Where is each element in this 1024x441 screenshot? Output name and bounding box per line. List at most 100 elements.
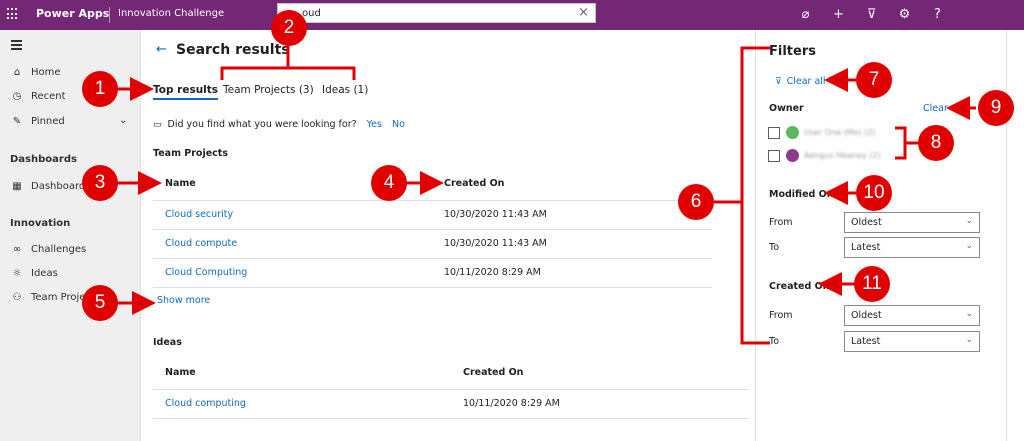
row-divider [153, 258, 712, 259]
result-date: 10/30/2020 11:43 AM [444, 238, 547, 249]
binoculars-icon: ∞ [12, 243, 22, 255]
annotation-marker-1: 1 [82, 71, 118, 107]
annotation-marker-9: 9 [978, 90, 1014, 126]
clock-icon: ◷ [12, 90, 22, 102]
chevron-down-icon: ⌄ [965, 335, 973, 345]
row-divider [153, 287, 712, 288]
modified-to-label: To [769, 242, 780, 253]
owner-clear-link[interactable]: Clear [923, 103, 948, 114]
created-to-label: To [769, 336, 780, 347]
dashboard-icon: ▦ [12, 180, 22, 192]
clear-all-button[interactable]: ⊽ Clear all [775, 76, 826, 87]
owner-option[interactable]: User One (Me) (2) [768, 126, 876, 139]
column-header-name[interactable]: Name [165, 178, 196, 189]
chevron-down-icon[interactable]: ⌄ [119, 115, 127, 126]
select-value: Oldest [851, 217, 882, 228]
brand-name[interactable]: Power Apps [36, 7, 109, 20]
sidebar-group-innovation: Innovation [10, 218, 71, 229]
right-edge [1006, 30, 1024, 441]
sidebar-item-challenges[interactable]: ∞ Challenges [10, 240, 86, 258]
annotation-marker-10: 10 [856, 175, 892, 211]
result-link[interactable]: Cloud Computing [165, 267, 247, 278]
select-value: Latest [851, 336, 881, 347]
annotation-marker-6: 6 [678, 184, 714, 220]
sidebar: ⌂ Home ◷ Recent ✎ Pinned ⌄ Dashboards ▦ … [0, 30, 141, 441]
sidebar-item-pinned[interactable]: ✎ Pinned [10, 112, 65, 130]
top-icon-bar: ⌀ + ⊽ ⚙ ? [789, 6, 954, 24]
clear-search-icon[interactable]: × [578, 5, 589, 20]
sidebar-item-label: Challenges [31, 243, 87, 255]
feedback-question: Did you find what you were looking for? [167, 119, 357, 130]
chat-icon: ▭ [153, 119, 162, 130]
tab-ideas[interactable]: Ideas (1) [322, 84, 368, 96]
sidebar-item-label: Recent [31, 90, 66, 102]
result-link[interactable]: Cloud computing [165, 398, 246, 409]
feedback-no-link[interactable]: No [392, 119, 405, 130]
chevron-down-icon: ⌄ [965, 216, 973, 226]
result-link[interactable]: Cloud security [165, 209, 233, 220]
column-header-name[interactable]: Name [165, 367, 196, 378]
result-date: 10/30/2020 11:43 AM [444, 209, 547, 220]
owner-checkbox[interactable] [768, 126, 780, 139]
annotation-marker-5: 5 [82, 285, 118, 321]
team-icon: ⚇ [12, 291, 22, 303]
plus-icon[interactable]: + [822, 6, 855, 24]
owner-checkbox[interactable] [768, 149, 780, 162]
avatar [786, 126, 799, 139]
result-link[interactable]: Cloud compute [165, 238, 237, 249]
sidebar-item-ideas[interactable]: ☼ Ideas [10, 264, 58, 282]
sidebar-item-home[interactable]: ⌂ Home [10, 63, 61, 81]
app-launcher-icon[interactable] [7, 8, 19, 20]
result-date: 10/11/2020 8:29 AM [463, 398, 560, 409]
home-icon: ⌂ [13, 66, 21, 78]
select-value: Oldest [851, 310, 882, 321]
show-more-link[interactable]: Show more [157, 295, 210, 306]
search-box[interactable]: × [277, 3, 596, 23]
modified-from-label: From [769, 217, 793, 228]
target-icon[interactable]: ⌀ [789, 6, 822, 24]
search-results-main: ← Search results Top results Team Projec… [141, 30, 751, 441]
owner-option[interactable]: Aengus Heaney (2) [768, 149, 881, 162]
owner-name: User One (Me) (2) [804, 128, 876, 137]
column-header-created-on[interactable]: Created On [444, 178, 504, 189]
sidebar-item-recent[interactable]: ◷ Recent [10, 87, 66, 105]
help-icon[interactable]: ? [921, 6, 954, 24]
tab-team-projects[interactable]: Team Projects (3) [223, 84, 314, 96]
gear-icon[interactable]: ⚙ [888, 6, 921, 24]
top-bar: Power Apps Innovation Challenge × ⌀ + ⊽ … [0, 0, 1024, 30]
modified-from-select[interactable]: Oldest ⌄ [844, 212, 980, 233]
result-date: 10/11/2020 8:29 AM [444, 267, 541, 278]
created-to-select[interactable]: Latest ⌄ [844, 331, 980, 352]
created-on-label: Created On [769, 281, 830, 292]
owner-name: Aengus Heaney (2) [804, 151, 881, 160]
modified-to-select[interactable]: Latest ⌄ [844, 237, 980, 258]
annotation-marker-3: 3 [82, 165, 118, 201]
created-from-select[interactable]: Oldest ⌄ [844, 305, 980, 326]
row-divider [153, 389, 749, 390]
app-name[interactable]: Innovation Challenge [118, 8, 224, 19]
annotation-marker-11: 11 [854, 266, 890, 302]
sidebar-group-dashboards: Dashboards [10, 154, 77, 165]
sidebar-item-team-projects[interactable]: ⚇ Team Proje [10, 288, 86, 306]
header-divider [109, 7, 110, 23]
tab-top-results[interactable]: Top results [153, 84, 219, 100]
lightbulb-icon: ☼ [12, 267, 22, 279]
avatar [786, 149, 799, 162]
row-divider [153, 418, 749, 419]
column-header-created-on[interactable]: Created On [463, 367, 523, 378]
chevron-down-icon: ⌄ [965, 309, 973, 319]
filter-icon[interactable]: ⊽ [855, 6, 888, 24]
back-arrow-icon[interactable]: ← [156, 42, 167, 57]
annotation-marker-7: 7 [856, 62, 892, 98]
hamburger-menu-icon[interactable] [11, 40, 22, 52]
select-value: Latest [851, 242, 881, 253]
search-input[interactable] [302, 6, 572, 20]
sidebar-item-label: Ideas [31, 267, 58, 279]
pin-icon: ✎ [12, 115, 22, 127]
row-divider [153, 200, 712, 201]
feedback-row: ▭ Did you find what you were looking for… [153, 119, 405, 130]
feedback-yes-link[interactable]: Yes [367, 119, 382, 130]
created-from-label: From [769, 310, 793, 321]
modified-on-label: Modified On [769, 189, 834, 200]
sidebar-item-dashboards[interactable]: ▦ Dashboards [10, 177, 90, 195]
